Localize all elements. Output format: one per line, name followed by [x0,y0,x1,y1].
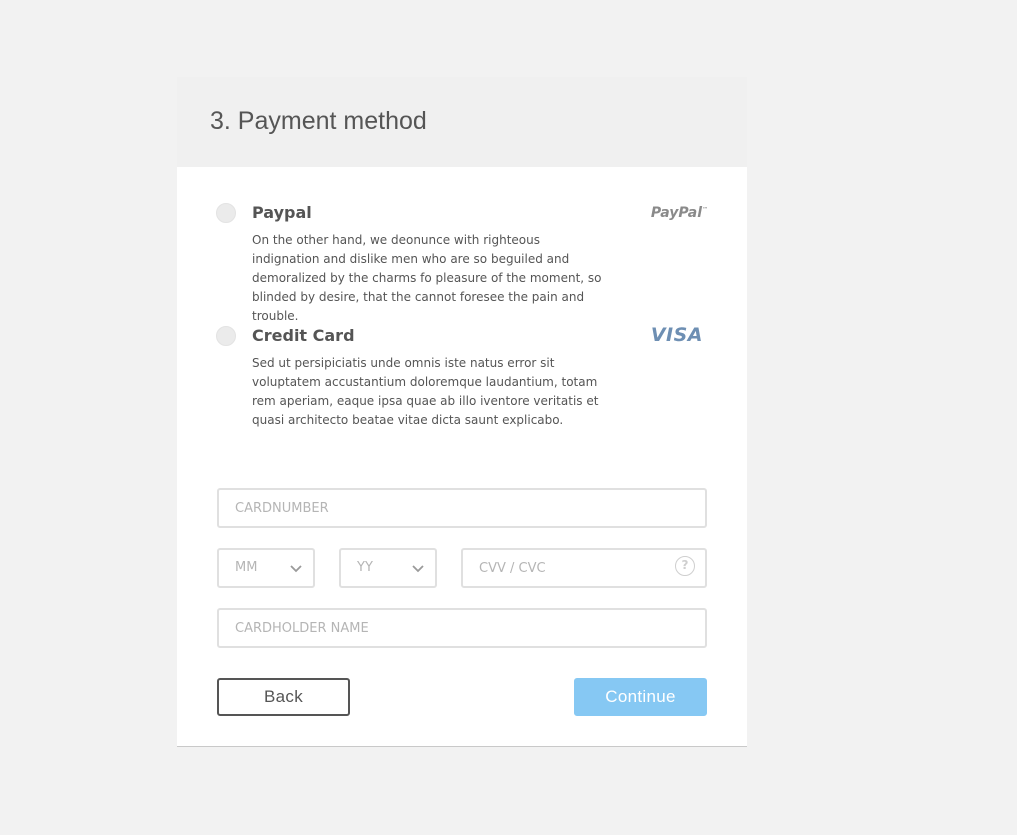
cvv-input[interactable] [461,548,707,588]
visa-logo: VISA [650,324,703,346]
cvv-field-wrapper: ? [461,548,707,588]
continue-button[interactable]: Continue [574,678,707,716]
paypal-option-title: Paypal [252,203,312,222]
payment-card: 3. Payment method Paypal PayPal™ On the … [177,77,747,746]
chevron-down-icon [290,565,302,573]
page-title: 3. Payment method [210,107,427,135]
year-select[interactable]: YY [339,548,437,588]
paypal-option-description: On the other hand, we deonunce with righ… [252,233,602,323]
cardholder-name-input[interactable] [217,608,707,648]
paypal-logo-trademark: ™ [702,206,708,214]
credit-card-option-description: Sed ut persipiciatis unde omnis iste nat… [252,356,599,427]
credit-card-option-title: Credit Card [252,326,355,345]
chevron-down-icon [412,565,424,573]
year-select-value: YY [357,560,373,575]
back-button[interactable]: Back [217,678,350,716]
payment-option-credit-card[interactable]: Credit Card VISA Sed ut persipiciatis un… [216,324,708,436]
card-header: 3. Payment method [177,77,747,167]
month-select[interactable]: MM [217,548,315,588]
month-select-value: MM [235,560,258,575]
payment-option-paypal[interactable]: Paypal PayPal™ On the other hand, we deo… [216,203,708,323]
paypal-logo-text: PayPal [650,205,702,221]
question-circle-icon[interactable]: ? [675,556,695,576]
paypal-radio[interactable] [216,203,236,223]
credit-card-radio[interactable] [216,326,236,346]
paypal-logo: PayPal™ [651,205,708,221]
card-number-input[interactable] [217,488,707,528]
